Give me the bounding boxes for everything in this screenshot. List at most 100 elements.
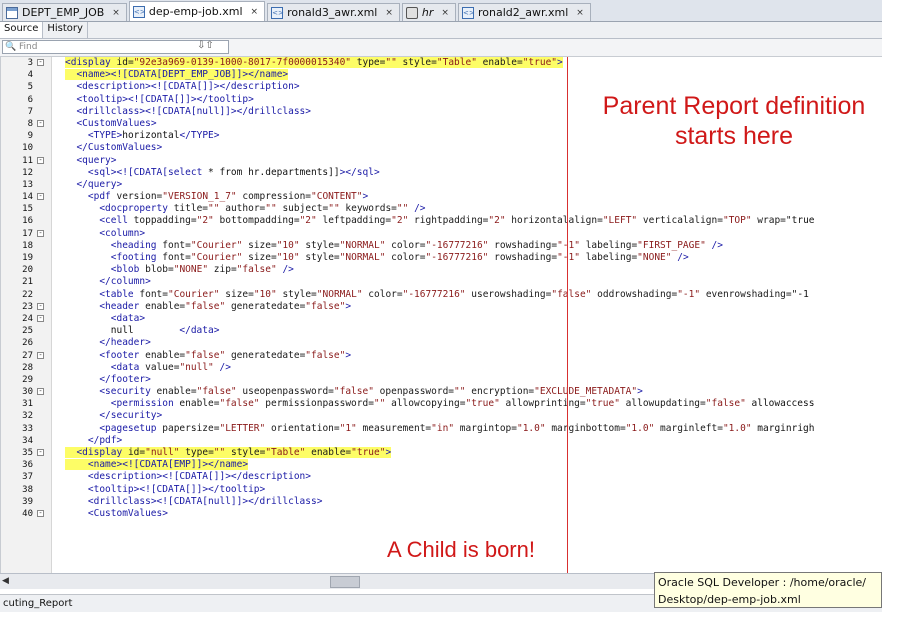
code-text: <permission enable="false" permissionpas… — [110, 398, 815, 410]
scroll-thumb[interactable] — [330, 576, 360, 588]
code-line[interactable]: 20 <blob blob="NONE" zip="false" /> — [1, 264, 883, 276]
fold-toggle-icon[interactable]: - — [37, 351, 44, 359]
close-icon[interactable]: × — [385, 8, 393, 18]
code-line[interactable]: 22 <table font="Courier" size="10" style… — [1, 289, 883, 301]
code-text: <docproperty title="" author="" subject=… — [99, 203, 426, 215]
tooltip-line-2: Desktop/dep-emp-job.xml — [658, 593, 801, 606]
line-number: 15 — [22, 204, 33, 215]
find-next-prev-icon[interactable]: ⇩⇧ — [197, 40, 214, 51]
code-line[interactable]: 18 <heading font="Courier" size="10" sty… — [1, 240, 883, 252]
tab-1[interactable]: <> dep-emp-job.xml × — [128, 1, 266, 21]
tab-0[interactable]: DEPT_EMP_JOB × — [2, 3, 127, 21]
code-text: <sql><![CDATA[select * from hr.departmen… — [87, 166, 380, 178]
fold-toggle-icon[interactable]: - — [37, 388, 44, 396]
code-line[interactable]: 23- <header enable="false" generatedate=… — [1, 301, 883, 313]
fold-toggle-icon[interactable]: - — [37, 156, 44, 164]
close-icon[interactable]: × — [251, 7, 259, 17]
code-line[interactable]: 21 </column> — [1, 276, 883, 288]
fold-toggle-icon[interactable]: - — [37, 449, 44, 456]
code-text: <tooltip><![CDATA[]]></tooltip> — [87, 483, 266, 495]
fold-toggle-icon[interactable]: - — [37, 302, 44, 310]
close-icon[interactable]: × — [112, 8, 120, 18]
code-text: <cell toppadding="2" bottompadding="2" l… — [99, 215, 815, 227]
tab-3[interactable]: hr × — [401, 3, 456, 21]
line-number: 13 — [22, 179, 33, 190]
xml-code-editor[interactable]: 3- <display id="92e3a969-0139-1000-8017-7… — [0, 57, 883, 573]
line-number: 16 — [22, 216, 33, 227]
code-line[interactable]: 28 <data value="null" /> — [1, 362, 883, 374]
line-number: 6 — [27, 94, 33, 105]
code-line[interactable]: 24- <data> — [1, 313, 883, 325]
xml-file-icon: <> — [132, 5, 146, 18]
line-number: 18 — [22, 240, 33, 251]
line-number: 26 — [22, 338, 33, 349]
code-text: </pdf> — [87, 434, 123, 446]
code-line[interactable]: 38 <tooltip><![CDATA[]]></tooltip> — [1, 484, 883, 496]
code-line[interactable]: 11- <query> — [1, 155, 883, 167]
tab-source[interactable]: Source — [0, 22, 44, 38]
line-number: 23 — [22, 301, 33, 312]
code-line[interactable]: 29 </footer> — [1, 374, 883, 386]
right-margin-line — [567, 57, 568, 573]
database-connection-icon — [405, 6, 418, 19]
code-text: <pagesetup papersize="LETTER" orientatio… — [99, 422, 815, 434]
fold-toggle-icon[interactable]: - — [37, 119, 44, 127]
tab-2[interactable]: <> ronald3_awr.xml × — [267, 3, 400, 21]
code-line[interactable]: 17- <column> — [1, 228, 883, 240]
line-number: 24 — [22, 313, 33, 324]
line-number: 35 — [22, 448, 33, 458]
fold-toggle-icon[interactable]: - — [37, 314, 44, 322]
code-text: <footer enable="false" generatedate="fal… — [99, 349, 352, 361]
code-line[interactable]: 31 <permission enable="false" permission… — [1, 398, 883, 410]
code-line[interactable]: 19 <footing font="Courier" size="10" sty… — [1, 252, 883, 264]
line-number: 5 — [27, 82, 33, 93]
code-line[interactable]: 27- <footer enable="false" generatedate=… — [1, 350, 883, 362]
code-text: <column> — [99, 227, 146, 239]
tab-label: ronald3_awr.xml — [287, 6, 378, 19]
table-icon — [6, 6, 18, 19]
line-number: 37 — [22, 472, 33, 483]
code-line[interactable]: 16 <cell toppadding="2" bottompadding="2… — [1, 215, 883, 227]
code-text: <tooltip><![CDATA[]]></tooltip> — [76, 93, 254, 105]
code-line[interactable]: 40- <CustomValues> — [1, 508, 883, 520]
code-line[interactable]: 25 null </data> — [1, 325, 883, 337]
code-text: <name><![CDATA[DEPT_EMP_JOB]]></name> — [65, 69, 289, 81]
status-text: cuting_Report — [3, 598, 73, 609]
code-line[interactable]: 35- <display id="null" type="" style="Ta… — [1, 447, 883, 459]
close-icon[interactable]: × — [576, 8, 584, 18]
line-number: 19 — [22, 253, 33, 263]
code-line[interactable]: 30- <security enable="false" useopenpass… — [1, 386, 883, 398]
fold-toggle-icon[interactable]: - — [37, 509, 44, 517]
line-number: 11 — [22, 155, 33, 166]
fold-toggle-icon[interactable]: - — [37, 229, 44, 237]
code-line[interactable]: 34 </pdf> — [1, 435, 883, 447]
code-line[interactable]: 13 </query> — [1, 179, 883, 191]
code-line[interactable]: 39 <drillclass><![CDATA[null]]></drillcl… — [1, 496, 883, 508]
code-line[interactable]: 4 <name><![CDATA[DEPT_EMP_JOB]]></name> — [1, 69, 883, 81]
code-text: null </data> — [65, 325, 220, 337]
code-line[interactable]: 32 </security> — [1, 410, 883, 422]
code-line[interactable]: 26 </header> — [1, 337, 883, 349]
code-text: </footer> — [99, 373, 151, 385]
fold-toggle-icon[interactable]: - — [37, 59, 44, 66]
code-line[interactable]: 14- <pdf version="VERSION_1_7" compressi… — [1, 191, 883, 203]
code-line[interactable]: 15 <docproperty title="" author="" subje… — [1, 203, 883, 215]
close-icon[interactable]: × — [441, 8, 449, 18]
line-number: 7 — [27, 106, 33, 117]
right-margin — [882, 0, 905, 626]
code-line[interactable]: 37 <description><![CDATA[]]></descriptio… — [1, 471, 883, 483]
parent-annotation: Parent Report definition starts here — [602, 92, 866, 150]
code-line[interactable]: 36 <name><![CDATA[EMP]]></name> — [1, 459, 883, 471]
xml-file-icon: <> — [271, 6, 284, 19]
tab-history[interactable]: History — [43, 22, 88, 38]
fold-toggle-icon[interactable]: - — [37, 193, 44, 201]
code-line[interactable]: 3- <display id="92e3a969-0139-1000-8017-7… — [1, 57, 883, 69]
tab-4[interactable]: <> ronald2_awr.xml × — [457, 3, 591, 21]
scroll-left-icon[interactable]: ◀ — [2, 576, 9, 586]
source-history-tabs: Source History — [0, 22, 882, 39]
line-number: 10 — [22, 143, 33, 154]
find-input[interactable]: 🔍 Find — [2, 40, 229, 54]
code-line[interactable]: 33 <pagesetup papersize="LETTER" orienta… — [1, 423, 883, 435]
code-line[interactable]: 12 <sql><![CDATA[select * from hr.depart… — [1, 167, 883, 179]
code-text: <display id="null" type="" style="Table"… — [65, 447, 392, 459]
